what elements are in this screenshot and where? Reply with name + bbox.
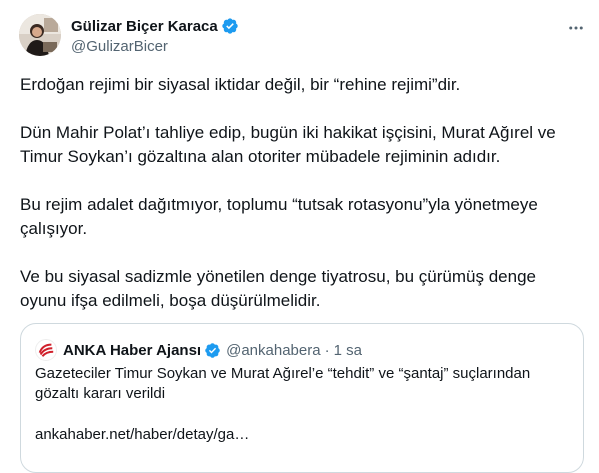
author-display-name[interactable]: Gülizar Biçer Karaca — [71, 18, 218, 35]
verified-badge-icon[interactable] — [204, 342, 221, 359]
more-horizontal-icon[interactable] — [566, 18, 586, 38]
separator-dot: · — [324, 341, 330, 359]
quoted-handle[interactable]: @ankahabera — [226, 342, 320, 359]
tweet-paragraph: Dün Mahir Polat’ı tahliye edip, bugün ik… — [20, 123, 556, 166]
tweet: Gülizar Biçer Karaca @GulizarBicer Erdoğ… — [0, 0, 599, 473]
quoted-timestamp[interactable]: 1 sa — [334, 342, 362, 359]
tweet-paragraph: Ve bu siyasal sadizmle yönetilen denge t… — [20, 267, 536, 310]
author-handle[interactable]: @GulizarBicer — [71, 38, 239, 55]
quoted-tweet-text: Gazeteciler Timur Soykan ve Murat Ağırel… — [35, 365, 531, 402]
more-dots-icon — [569, 26, 583, 30]
avatar-photo — [19, 14, 61, 56]
anka-logo-icon[interactable] — [35, 339, 57, 361]
verified-badge-icon[interactable] — [221, 17, 239, 35]
quoted-tweet-link[interactable]: ankahaber.net/haber/detay/ga… — [35, 426, 249, 443]
quoted-tweet-card[interactable]: ANKA Haber Ajansı @ankahabera · 1 sa Gaz… — [20, 323, 584, 473]
tweet-paragraph: Bu rejim adalet dağıtmıyor, toplumu “tut… — [20, 195, 538, 238]
tweet-paragraph: Erdoğan rejimi bir siyasal iktidar değil… — [20, 75, 461, 94]
tweet-text: Erdoğan rejimi bir siyasal iktidar değil… — [20, 73, 585, 313]
author-info: Gülizar Biçer Karaca @GulizarBicer — [71, 16, 239, 55]
anka-logo-mark — [38, 343, 54, 357]
author-avatar[interactable] — [19, 14, 61, 56]
quoted-display-name[interactable]: ANKA Haber Ajansı — [63, 342, 201, 359]
quoted-tweet-header: ANKA Haber Ajansı @ankahabera · 1 sa — [35, 339, 362, 361]
